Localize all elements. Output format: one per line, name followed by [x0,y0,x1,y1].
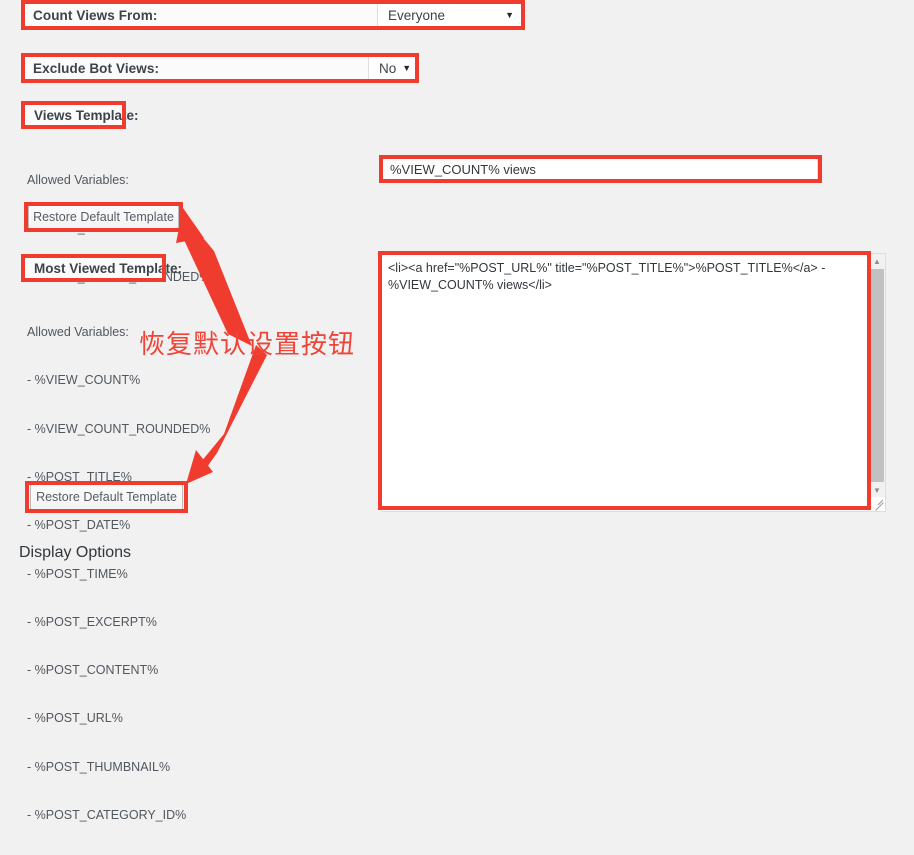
restore-default-template-button-most-viewed[interactable]: Restore Default Template [30,484,183,510]
exclude-bot-views-label: Exclude Bot Views: [33,60,160,76]
resize-grip-icon[interactable] [869,497,885,511]
scroll-down-arrow-icon[interactable]: ▼ [869,483,885,497]
allowed-variable-item: - %POST_CONTENT% [27,663,159,678]
allowed-variable-item: - %POST_DATE% [27,518,131,533]
count-views-from-row: Count Views From: Everyone ▼ [23,2,523,28]
count-views-from-label: Count Views From: [33,7,158,23]
allowed-variable-item: - %POST_THUMBNAIL% [27,759,171,774]
most-viewed-template-textarea[interactable]: <li><a href="%POST_URL%" title="%POST_TI… [381,253,886,512]
count-views-from-value: Everyone [388,7,446,23]
textarea-scrollbar[interactable]: ▲ ▼ [868,254,885,511]
allowed-variable-item: - %POST_CATEGORY_ID% [27,808,187,822]
allowed-variable-item: - %POST_URL% [27,711,123,726]
scroll-up-arrow-icon[interactable]: ▲ [869,254,885,268]
allowed-variables-title: Allowed Variables: [27,173,129,188]
allowed-variable-item: - %VIEW_COUNT_ROUNDED% [27,421,211,436]
chevron-down-icon: ▼ [402,62,412,73]
display-options-heading: Display Options [19,544,132,561]
exclude-bot-views-value: No [379,60,397,76]
views-template-input[interactable]: %VIEW_COUNT% views [382,158,818,180]
scrollbar-thumb[interactable] [870,269,884,482]
chevron-down-icon: ▼ [505,9,514,20]
exclude-bot-views-row: Exclude Bot Views: No ▼ [23,55,417,81]
most-viewed-template-heading: Most Viewed Template: [24,256,182,280]
views-template-heading: Views Template: [24,103,139,127]
exclude-bot-views-select[interactable]: No ▼ [368,56,416,80]
count-views-from-select[interactable]: Everyone ▼ [377,3,522,27]
most-viewed-template-textarea-value[interactable]: <li><a href="%POST_URL%" title="%POST_TI… [382,254,868,511]
allowed-variable-item: - %POST_EXCERPT% [27,614,157,629]
settings-page: Count Views From: Everyone ▼ Exclude Bot… [0,0,914,822]
allowed-variables-title: Allowed Variables: [27,325,129,340]
allowed-variable-item: - %POST_TITLE% [27,470,132,485]
restore-default-template-button-views[interactable]: Restore Default Template [28,205,179,229]
allowed-variable-item: - %VIEW_COUNT% [27,373,141,388]
